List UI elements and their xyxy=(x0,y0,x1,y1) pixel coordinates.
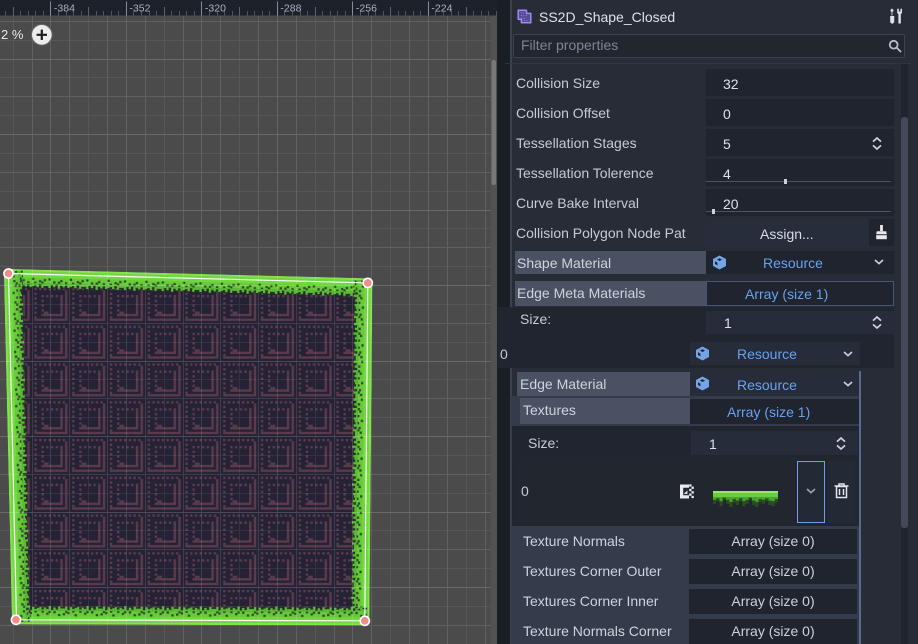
svg-text:-288: -288 xyxy=(280,3,301,15)
svg-text:2 %: 2 % xyxy=(1,27,24,42)
svg-text:-256: -256 xyxy=(356,3,377,15)
svg-text:-320: -320 xyxy=(205,3,226,15)
svg-text:-352: -352 xyxy=(129,3,150,15)
svg-text:-224: -224 xyxy=(431,3,452,15)
svg-text:-384: -384 xyxy=(54,3,75,15)
